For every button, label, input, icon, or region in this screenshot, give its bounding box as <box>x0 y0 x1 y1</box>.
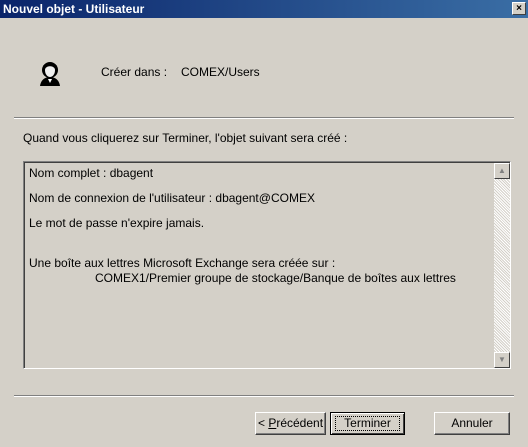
previous-rest: récédent <box>276 416 324 430</box>
create-in-path: COMEX/Users <box>181 65 260 79</box>
bottom-separator <box>14 395 514 397</box>
user-icon <box>40 62 60 86</box>
arrow-up-icon: ▲ <box>498 166 506 175</box>
summary-text: Nom complet : dbagent Nom de connexion d… <box>29 166 491 286</box>
summary-logon-name: Nom de connexion de l'utilisateur : dbag… <box>29 191 315 205</box>
summary-inner: Nom complet : dbagent Nom de connexion d… <box>24 162 510 368</box>
scroll-down-button[interactable]: ▼ <box>494 352 510 368</box>
summary-full-name: Nom complet : dbagent <box>29 166 154 180</box>
close-button[interactable]: × <box>512 2 526 15</box>
new-user-dialog: Nouvel objet - Utilisateur × Créer dans … <box>0 0 528 447</box>
summary-scrollbar[interactable]: ▲ ▼ <box>494 163 510 368</box>
intro-text: Quand vous cliquerez sur Terminer, l'obj… <box>23 131 348 145</box>
window-title: Nouvel objet - Utilisateur <box>3 2 145 16</box>
title-bar[interactable]: Nouvel objet - Utilisateur × <box>0 0 528 18</box>
summary-mailbox-intro: Une boîte aux lettres Microsoft Exchange… <box>29 256 336 270</box>
summary-mailbox-store: COMEX1/Premier groupe de stockage/Banque… <box>95 271 456 285</box>
cancel-button[interactable]: Annuler <box>434 412 510 435</box>
summary-box[interactable]: Nom complet : dbagent Nom de connexion d… <box>23 161 511 369</box>
create-in-label: Créer dans : <box>101 65 168 79</box>
finish-button[interactable]: Terminer <box>330 412 405 435</box>
cancel-label: Annuler <box>451 416 493 430</box>
close-icon: × <box>516 3 522 14</box>
summary-password-policy: Le mot de passe n'expire jamais. <box>29 216 205 230</box>
arrow-down-icon: ▼ <box>498 355 506 364</box>
previous-button[interactable]: < Précédent <box>255 412 326 435</box>
finish-label: Terminer <box>344 416 391 430</box>
scroll-up-button[interactable]: ▲ <box>494 163 510 179</box>
previous-prefix: < <box>257 416 269 430</box>
top-separator <box>14 117 514 119</box>
